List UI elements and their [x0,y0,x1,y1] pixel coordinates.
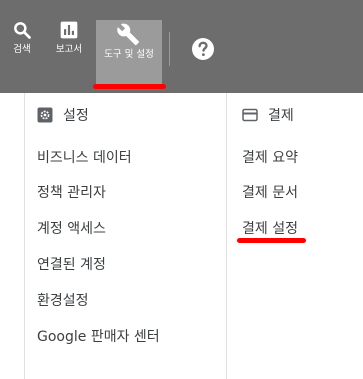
wrench-icon [117,23,139,46]
settings-section-title: 설정 [63,108,89,124]
menu-item-policy-manager[interactable]: 정책 관리자 [37,182,106,202]
search-icon [14,22,31,39]
panel-column-divider [226,93,227,379]
reports-button[interactable]: 보고서 [50,20,88,84]
billing-section-header: 결제 [242,105,294,125]
menu-item-preferences[interactable]: 환경설정 [37,290,89,310]
help-button[interactable] [190,37,216,63]
reports-label: 보고서 [55,44,83,55]
tools-highlight-underline [93,84,166,89]
menu-item-account-access[interactable]: 계정 액세스 [37,218,106,238]
bar-chart-icon [60,21,78,39]
search-button[interactable]: 검색 [6,20,38,84]
menu-item-business-data[interactable]: 비즈니스 데이터 [37,147,132,167]
search-label: 검색 [13,44,31,55]
menu-item-billing-summary[interactable]: 결제 요약 [242,147,298,167]
help-icon [192,38,214,60]
tools-settings-label: 도구 및 설정 [104,49,154,60]
menu-item-billing-documents[interactable]: 결제 문서 [242,182,298,202]
billing-settings-highlight-underline [237,238,306,243]
menu-item-billing-settings[interactable]: 결제 설정 [242,218,298,238]
credit-card-icon [242,108,258,122]
panel-left-border [24,93,25,379]
menu-item-merchant-center[interactable]: Google 판매자 센터 [37,326,160,346]
toolbar-divider [169,32,170,66]
gear-icon [37,107,53,123]
billing-section-title: 결제 [268,108,294,124]
menu-item-linked-accounts[interactable]: 연결된 계정 [37,254,106,274]
settings-section-header: 설정 [37,105,89,125]
tools-settings-button[interactable]: 도구 및 설정 [96,20,162,84]
